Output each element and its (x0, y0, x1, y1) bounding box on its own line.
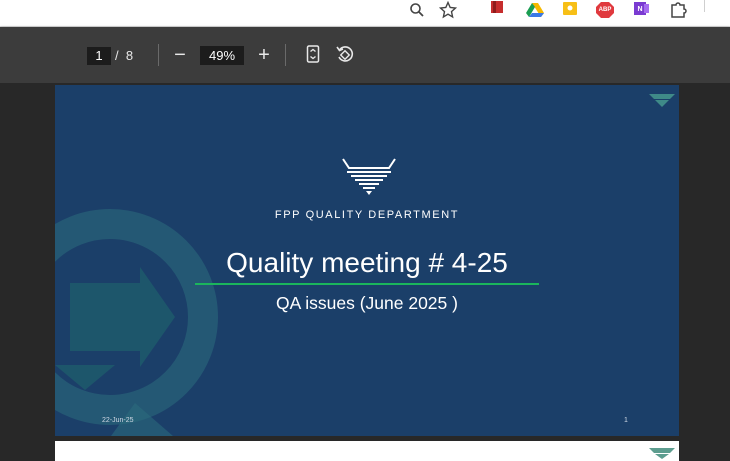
zoom-in-button[interactable]: + (252, 43, 276, 67)
google-drive-icon[interactable] (525, 0, 545, 20)
pdf-viewer[interactable]: FPP QUALITY DEPARTMENT Quality meeting #… (0, 83, 730, 461)
toolbar-divider (285, 44, 286, 66)
extensions-puzzle-icon[interactable] (668, 0, 688, 20)
title-underline (195, 283, 539, 285)
department-name: FPP QUALITY DEPARTMENT (274, 209, 460, 221)
fit-to-page-icon[interactable] (302, 43, 324, 65)
total-pages: 8 (125, 48, 134, 63)
zoom-level-input[interactable]: 49% (200, 46, 244, 65)
slide-subtitle: QA issues (June 2025 ) (276, 293, 458, 313)
slide-title: Quality meeting # 4-25 (226, 247, 508, 278)
adblock-icon[interactable]: ABP (595, 0, 615, 20)
zoom-out-button[interactable]: − (168, 43, 192, 67)
page-number-input[interactable]: 1 (87, 47, 111, 65)
keep-notes-icon[interactable] (560, 0, 580, 20)
department-logo-icon (342, 158, 396, 195)
slide-page-2 (55, 441, 679, 461)
browser-toolbar: ABP N (0, 0, 730, 27)
toolbar-separator (704, 0, 705, 12)
pdf-toolbar: 1 / 8 − 49% + (0, 27, 730, 83)
onenote-label: N (637, 6, 642, 13)
bookmark-star-icon[interactable] (438, 0, 458, 20)
zoom-icon[interactable] (407, 0, 427, 20)
slide-page-1: FPP QUALITY DEPARTMENT Quality meeting #… (55, 85, 679, 436)
slide-date: 22-Jun-25 (102, 417, 134, 424)
page-separator: / (115, 48, 119, 63)
rotate-icon[interactable] (334, 43, 356, 65)
page-count: / 8 (115, 47, 133, 65)
adblock-label: ABP (599, 7, 612, 13)
book-extension-icon[interactable] (487, 0, 507, 20)
onenote-icon[interactable]: N (632, 0, 652, 20)
corner-logo-icon (649, 94, 675, 107)
slide-page-number: 1 (624, 417, 628, 424)
toolbar-divider (158, 44, 159, 66)
